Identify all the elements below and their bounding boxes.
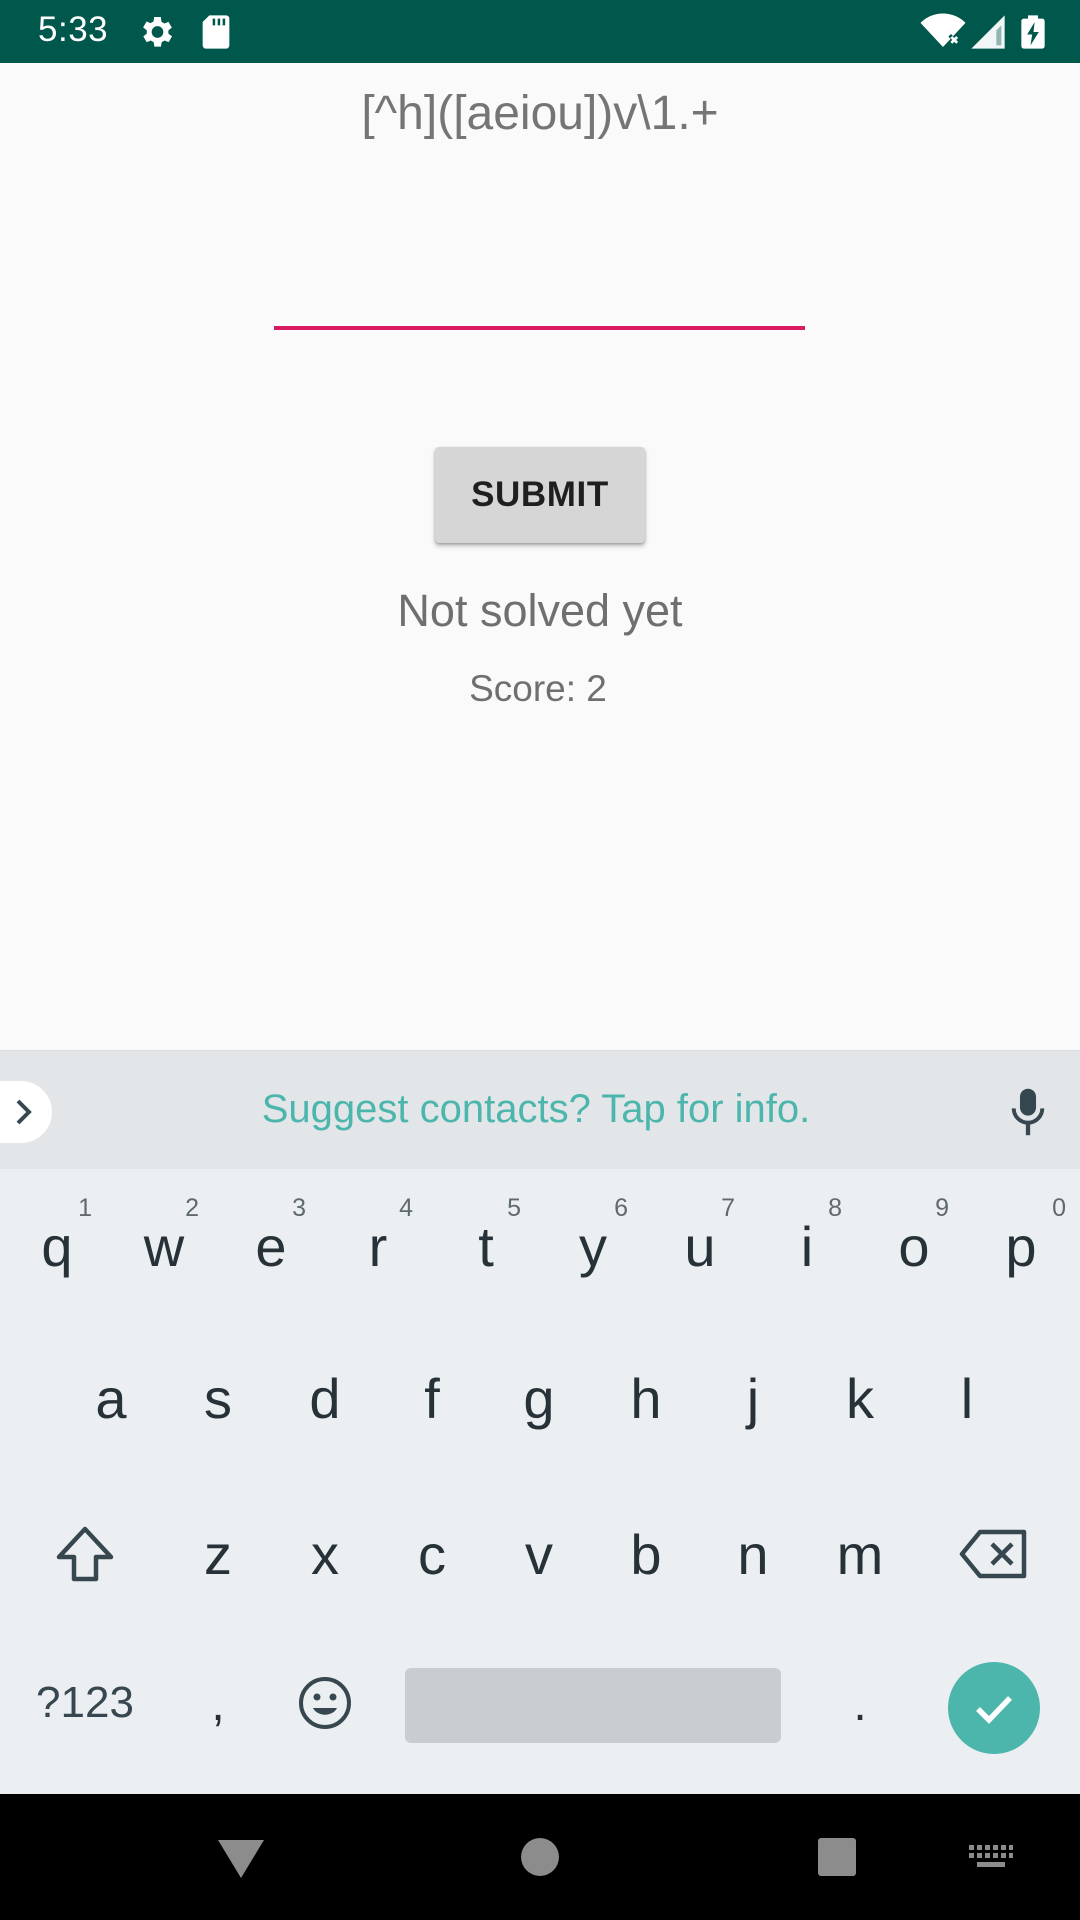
key-label: q [41,1214,73,1278]
checkmark-icon [976,1696,1012,1724]
emoji-key[interactable] [272,1644,378,1762]
key-hint: 8 [828,1194,842,1222]
key-t[interactable]: t5 [433,1186,539,1306]
key-u[interactable]: u7 [647,1186,753,1306]
key-g[interactable]: g [486,1338,592,1458]
settings-icon [143,17,172,47]
key-p[interactable]: p0 [968,1186,1074,1306]
key-e[interactable]: e3 [218,1186,324,1306]
key-b[interactable]: b [593,1494,699,1614]
key-label: w [143,1214,185,1278]
home-button[interactable] [507,1824,573,1890]
key-a[interactable]: a [58,1338,164,1458]
key-c[interactable]: c [379,1494,485,1614]
key-z[interactable]: z [165,1494,271,1614]
shift-key[interactable] [40,1494,130,1614]
key-s[interactable]: s [165,1338,271,1458]
key-n[interactable]: n [700,1494,806,1614]
microphone-icon[interactable] [1006,1087,1050,1137]
score-label: Score: 2 [469,668,607,709]
key-label: e [255,1214,287,1278]
key-q[interactable]: q1 [4,1186,110,1306]
backspace-key[interactable] [944,1494,1044,1614]
key-label: t [478,1214,494,1278]
key-k[interactable]: k [807,1338,913,1458]
enter-key[interactable] [948,1662,1040,1754]
key-label: p [1005,1214,1037,1278]
key-h[interactable]: h [593,1338,699,1458]
key-j[interactable]: j [700,1338,806,1458]
shift-arrow-icon [56,1526,114,1582]
battery-charging-icon [1021,15,1045,49]
key-hint: 0 [1052,1194,1066,1222]
period-key[interactable]: . [807,1644,913,1764]
key-o[interactable]: o9 [861,1186,967,1306]
key-l[interactable]: l [914,1338,1020,1458]
status-bar: 5:33 [0,0,1080,63]
recents-button[interactable] [804,1824,870,1890]
key-hint: 2 [185,1194,199,1222]
submit-button[interactable]: SUBMIT [435,447,645,543]
regex-prompt: [^h]([aeiou])v\1.+ [361,87,719,140]
home-circle-icon [521,1838,559,1876]
comma-key[interactable]: , [165,1644,271,1764]
key-m[interactable]: m [807,1494,913,1614]
key-label: i [800,1214,814,1278]
key-y[interactable]: y6 [540,1186,646,1306]
answer-input-underline [274,326,805,330]
key-label: y [579,1214,607,1278]
key-label: o [898,1214,930,1278]
key-hint: 4 [399,1194,413,1222]
symbols-key[interactable]: ?123 [20,1644,150,1762]
key-label: r [368,1214,388,1278]
key-x[interactable]: x [272,1494,378,1614]
sd-card-icon [202,15,230,49]
key-hint: 6 [614,1194,628,1222]
key-hint: 9 [935,1194,949,1222]
signal-icon [971,15,1005,49]
suggest-contacts-prompt[interactable]: Suggest contacts? Tap for info. [0,1087,1072,1132]
key-hint: 5 [507,1194,521,1222]
status-time: 5:33 [38,10,109,49]
key-i[interactable]: i8 [754,1186,860,1306]
keyboard-switch-button[interactable] [956,1824,1026,1890]
answer-input[interactable] [274,250,805,330]
key-d[interactable]: d [272,1338,378,1458]
key-hint: 1 [78,1194,92,1222]
key-hint: 7 [721,1194,735,1222]
key-label: u [684,1214,716,1278]
wifi-icon [920,13,966,47]
emoji-icon [299,1677,351,1729]
space-key[interactable] [405,1668,781,1743]
back-button[interactable] [208,1824,274,1890]
solve-status: Not solved yet [397,585,683,636]
suggestion-strip: Suggest contacts? Tap for info. [0,1050,1080,1169]
navigation-bar [0,1794,1080,1920]
key-hint: 3 [292,1194,306,1222]
keyboard-icon [969,1845,1013,1867]
key-r[interactable]: r4 [325,1186,431,1306]
key-f[interactable]: f [379,1338,485,1458]
recents-square-icon [818,1838,856,1876]
back-triangle-icon [218,1840,264,1878]
key-w[interactable]: w2 [111,1186,217,1306]
key-v[interactable]: v [486,1494,592,1614]
backspace-icon [959,1529,1027,1579]
